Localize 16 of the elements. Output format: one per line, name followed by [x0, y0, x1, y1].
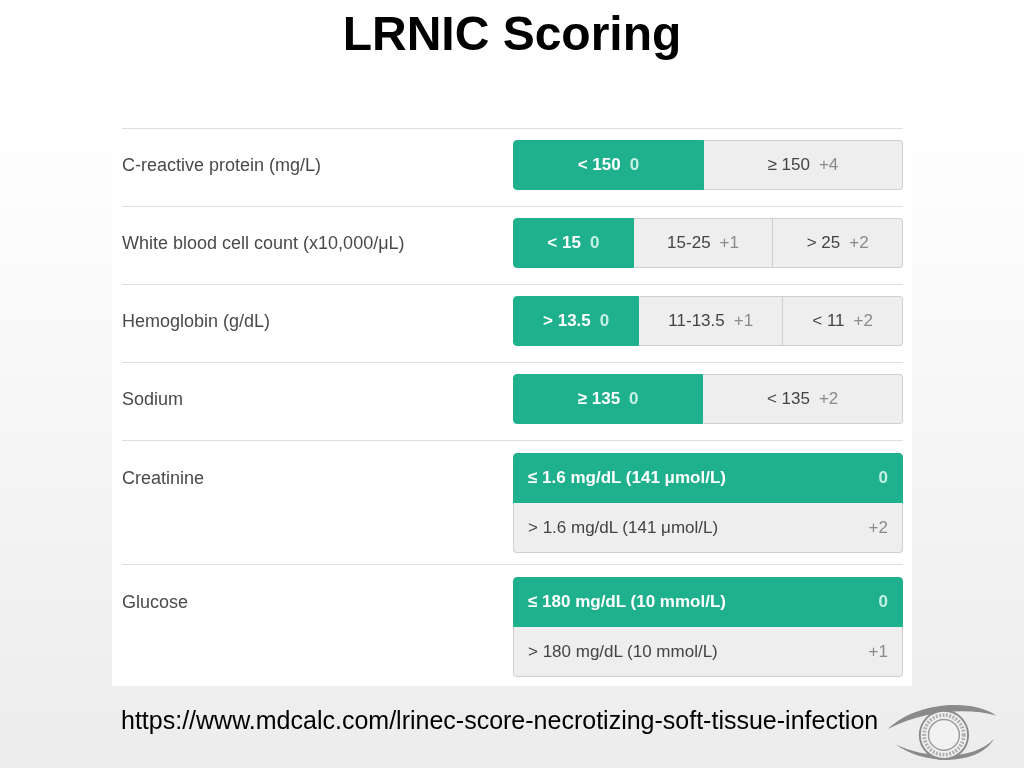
option-button[interactable]: > 1.6 mg/dL (141 μmol/L) +2	[513, 503, 903, 553]
criterion-label: Glucose	[122, 591, 189, 614]
option-button[interactable]: < 11 +2	[783, 296, 903, 346]
option-button[interactable]: 11-13.5 +1	[639, 296, 784, 346]
criterion-label: Hemoglobin (g/dL)	[122, 310, 271, 333]
slide-title: LRNIC Scoring	[342, 6, 682, 62]
option-button[interactable]: > 25 +2	[773, 218, 903, 268]
criterion-label: Creatinine	[122, 467, 205, 490]
option-button[interactable]: 15-25 +1	[633, 218, 774, 268]
criterion-label: Sodium	[122, 388, 184, 411]
option-button[interactable]: ≥ 150 +4	[703, 140, 903, 190]
criterion-label: White blood cell count (x10,000/μL)	[122, 232, 405, 255]
criterion-label: C-reactive protein (mg/L)	[122, 154, 322, 177]
option-button[interactable]: > 180 mg/dL (10 mmol/L) +1	[513, 627, 903, 677]
source-url: https://www.mdcalc.com/lrinec-score-necrotizing-soft-tissue-infection	[121, 706, 879, 735]
option-button[interactable]: < 135 +2	[703, 374, 903, 424]
